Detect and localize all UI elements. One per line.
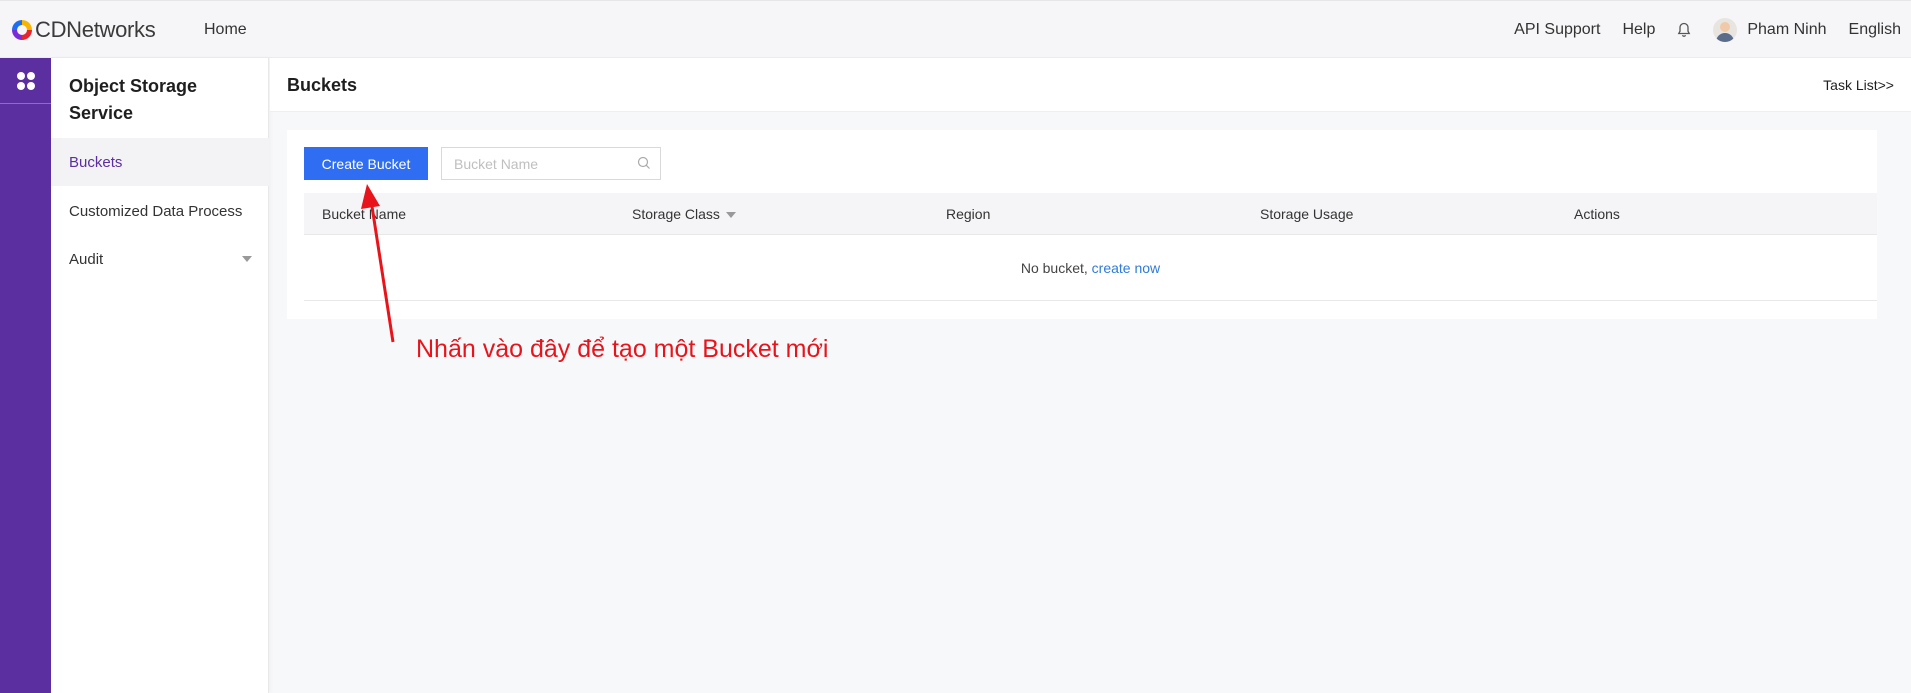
user-menu[interactable]: Pham Ninh — [1713, 18, 1827, 42]
top-header: CDNetworks Home API Support Help Pham Ni… — [0, 0, 1911, 58]
sidebar-item-label: Customized Data Process — [69, 202, 243, 220]
column-header-storage-class[interactable]: Storage Class — [632, 206, 736, 222]
logo-mark-icon — [12, 20, 32, 40]
column-header-actions: Actions — [1574, 206, 1620, 222]
sidebar-item-label: Audit — [69, 250, 104, 268]
cdnetworks-logo[interactable]: CDNetworks — [12, 17, 156, 43]
logo-text: CDNetworks — [35, 17, 156, 42]
bell-icon[interactable] — [1677, 22, 1691, 38]
empty-text: No bucket, — [1020, 260, 1088, 276]
sidebar-item-buckets[interactable]: Buckets — [51, 138, 269, 186]
empty-table-message: No bucket, create now — [304, 235, 1877, 301]
create-now-link[interactable]: create now — [1092, 260, 1160, 276]
sidebar-item-customized-data-process[interactable]: Customized Data Process — [51, 187, 269, 235]
sidebar-title: Object Storage Service — [69, 76, 198, 123]
buckets-card: Create Bucket Bucket Name Storage Class … — [287, 130, 1877, 319]
search-icon[interactable] — [637, 156, 651, 170]
sidebar-item-label: Buckets — [69, 153, 123, 171]
apps-menu-button[interactable] — [0, 58, 51, 104]
avatar — [1713, 18, 1738, 42]
annotation-text: Nhấn vào đây để tạo một Bucket mới — [416, 335, 829, 363]
service-sidebar: Object Storage Service Buckets Customize… — [51, 58, 269, 693]
create-bucket-button[interactable]: Create Bucket — [304, 147, 428, 180]
column-header-storage-usage: Storage Usage — [1260, 206, 1354, 222]
page-title: Buckets — [287, 75, 358, 95]
task-list-link[interactable]: Task List>> — [1823, 77, 1894, 93]
product-rail — [0, 58, 51, 693]
column-header-label: Storage Class — [632, 206, 720, 222]
column-header-bucket-name: Bucket Name — [322, 206, 407, 222]
page-header: Buckets Task List>> — [270, 58, 1911, 112]
table-header: Bucket Name Storage Class Region Storage… — [304, 193, 1877, 235]
bucket-name-search-input[interactable] — [441, 147, 661, 180]
user-name: Pham Ninh — [1747, 21, 1827, 38]
column-header-region: Region — [946, 206, 991, 222]
bell-icon-svg — [1678, 22, 1691, 37]
chevron-down-icon — [242, 256, 252, 262]
api-support-link[interactable]: API Support — [1514, 21, 1600, 39]
language-selector[interactable]: English — [1849, 21, 1901, 39]
filter-caret-icon[interactable] — [725, 212, 736, 219]
sidebar-item-audit[interactable]: Audit — [51, 235, 269, 283]
help-link[interactable]: Help — [1622, 21, 1655, 39]
header-right-menu: API Support Help Pham Ninh English — [1492, 1, 1901, 59]
apps-grid-icon — [16, 71, 35, 90]
nav-home-link[interactable]: Home — [204, 21, 247, 39]
